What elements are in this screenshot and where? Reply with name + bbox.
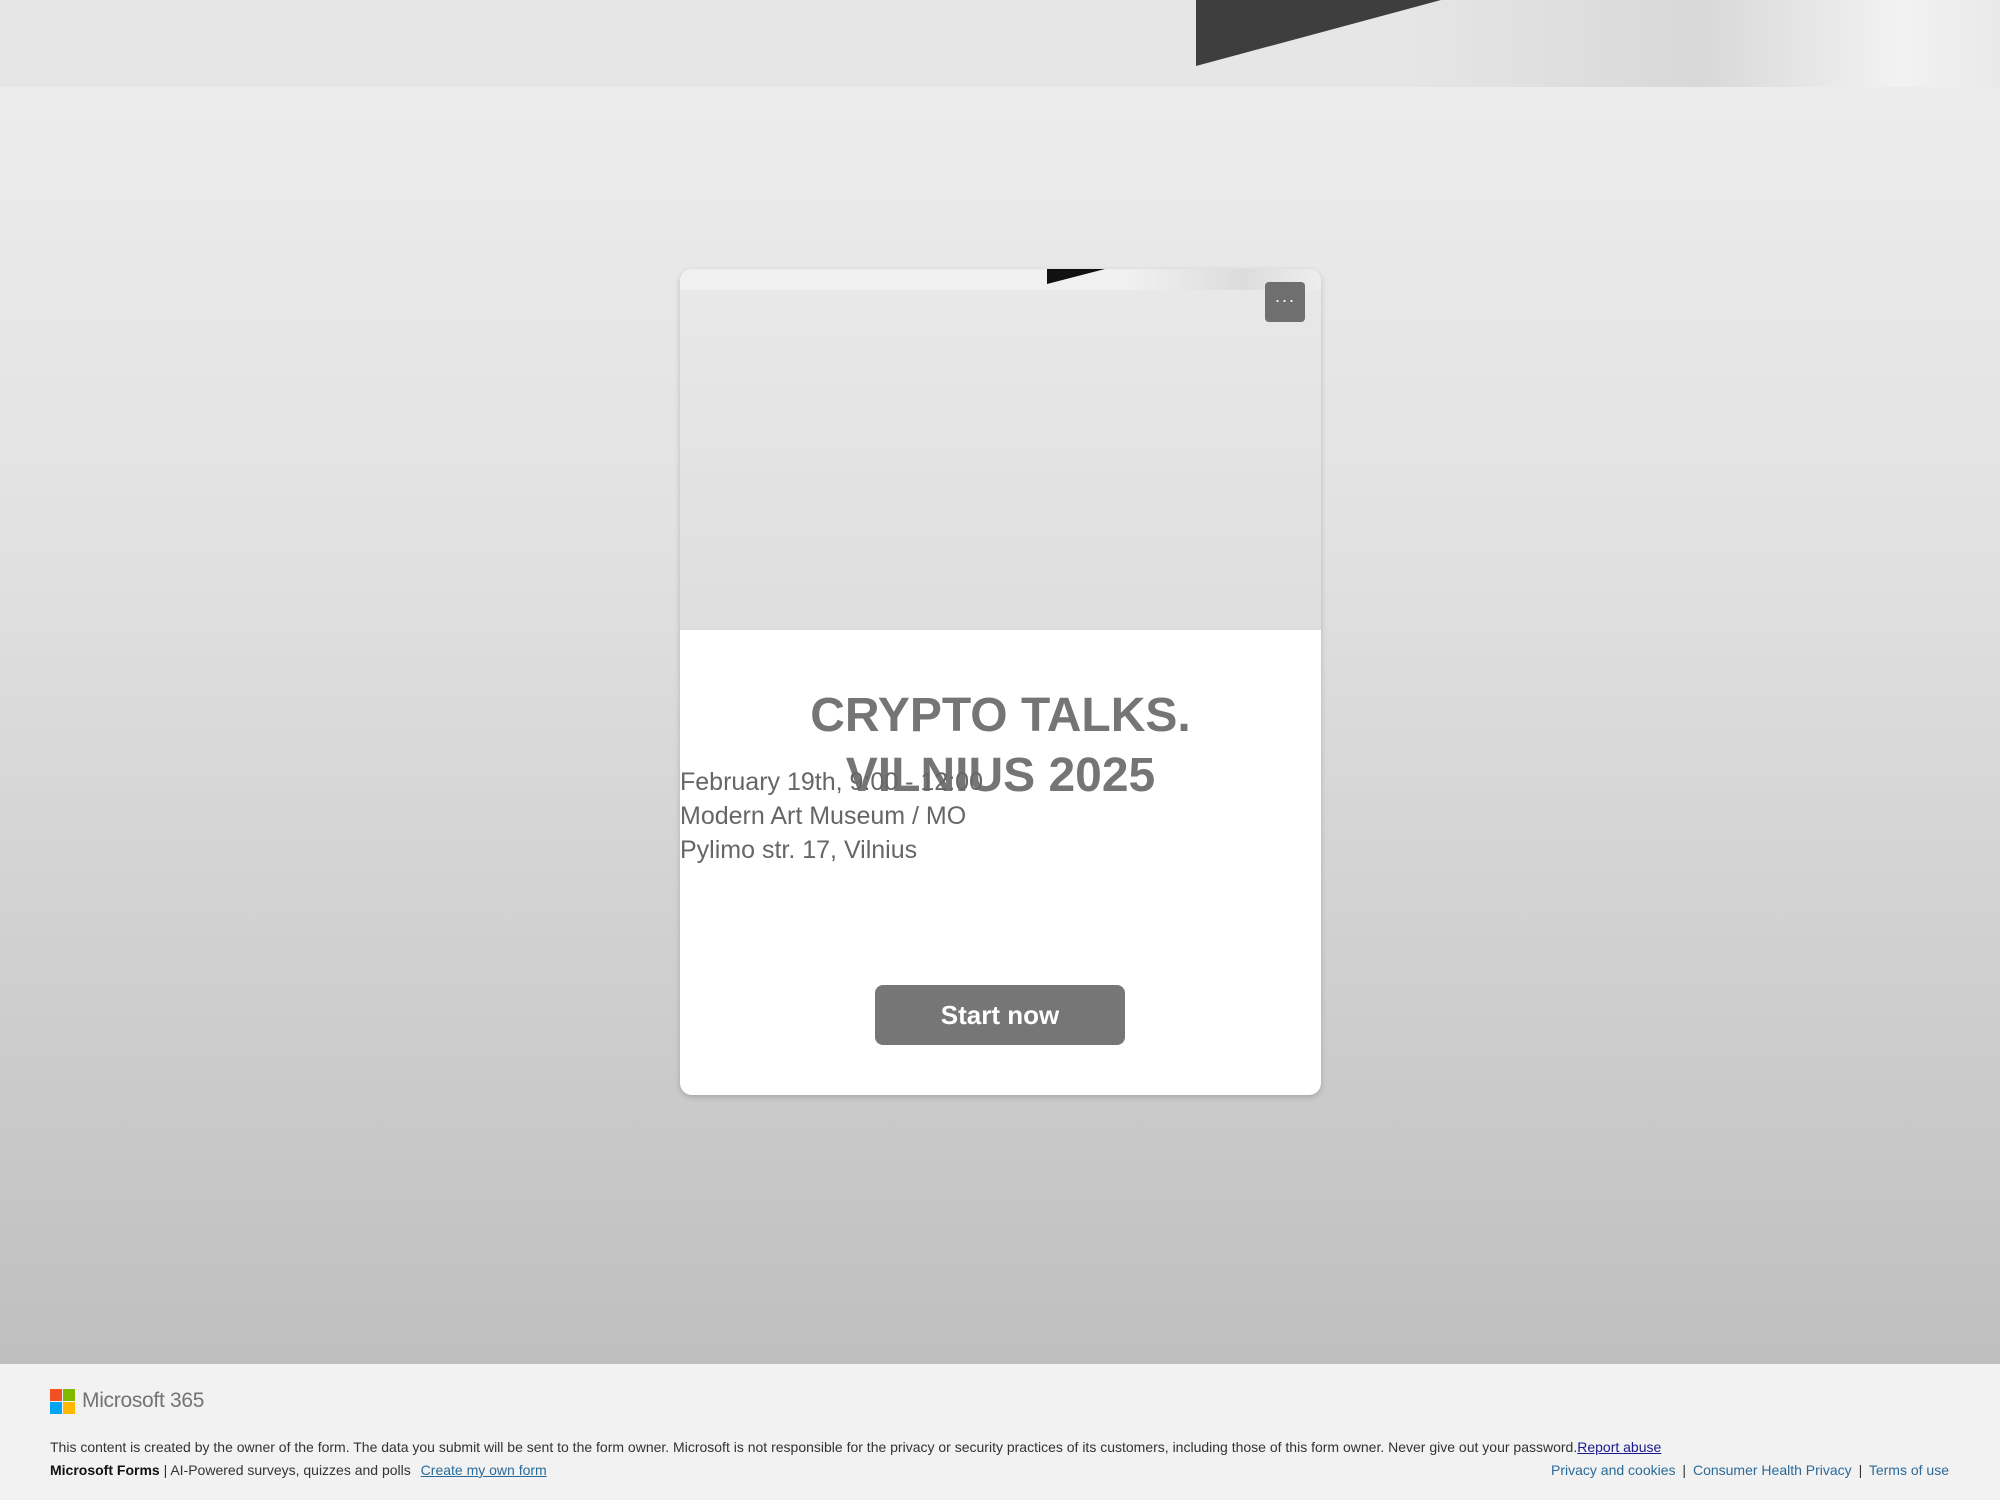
form-title-line-1: CRYPTO TALKS. (810, 689, 1191, 742)
brand-name: Microsoft Forms (50, 1462, 160, 1478)
event-venue: Modern Art Museum / MO (680, 802, 967, 830)
banner-decorative-shape (1196, 0, 1441, 66)
page: ··· CRYPTO TALKS. VILNIUS 2025 February … (0, 0, 2000, 1500)
event-date-time: February 19th, 9:00 - 12:00 (680, 768, 983, 796)
privacy-cookies-link[interactable]: Privacy and cookies (1551, 1462, 1676, 1478)
card-banner-image (680, 269, 1321, 290)
footer: Microsoft 365 This content is created by… (0, 1364, 2000, 1500)
microsoft-logo-icon (50, 1388, 75, 1414)
footer-links: Privacy and cookies | Consumer Health Pr… (1551, 1462, 1949, 1478)
report-abuse-link[interactable]: Report abuse (1577, 1439, 1661, 1455)
card-banner-decorative-shape (1047, 269, 1105, 284)
footer-branding: Microsoft Forms | AI-Powered surveys, qu… (50, 1462, 547, 1478)
terms-of-use-link[interactable]: Terms of use (1869, 1462, 1949, 1478)
form-description: February 19th, 9:00 - 12:00 Modern Art M… (680, 765, 1321, 867)
separator: | (1682, 1462, 1687, 1478)
consumer-health-privacy-link[interactable]: Consumer Health Privacy (1693, 1462, 1852, 1478)
create-form-link[interactable]: Create my own form (421, 1462, 547, 1478)
disclaimer-text: This content is created by the owner of … (50, 1439, 1578, 1455)
microsoft-365-logo: Microsoft 365 (50, 1388, 204, 1414)
disclaimer: This content is created by the owner of … (50, 1439, 1661, 1455)
logo-text: Microsoft 365 (82, 1389, 205, 1412)
start-now-button[interactable]: Start now (875, 985, 1125, 1045)
brand-tagline: | AI-Powered surveys, quizzes and polls (159, 1462, 411, 1478)
card-cover-image (680, 290, 1321, 630)
separator: | (1858, 1462, 1863, 1478)
more-icon: ··· (1274, 290, 1296, 310)
event-address: Pylimo str. 17, Vilnius (680, 836, 918, 864)
header-banner-image (0, 0, 2000, 87)
more-options-button[interactable]: ··· (1265, 282, 1305, 322)
form-welcome-card: ··· CRYPTO TALKS. VILNIUS 2025 February … (680, 269, 1321, 1095)
